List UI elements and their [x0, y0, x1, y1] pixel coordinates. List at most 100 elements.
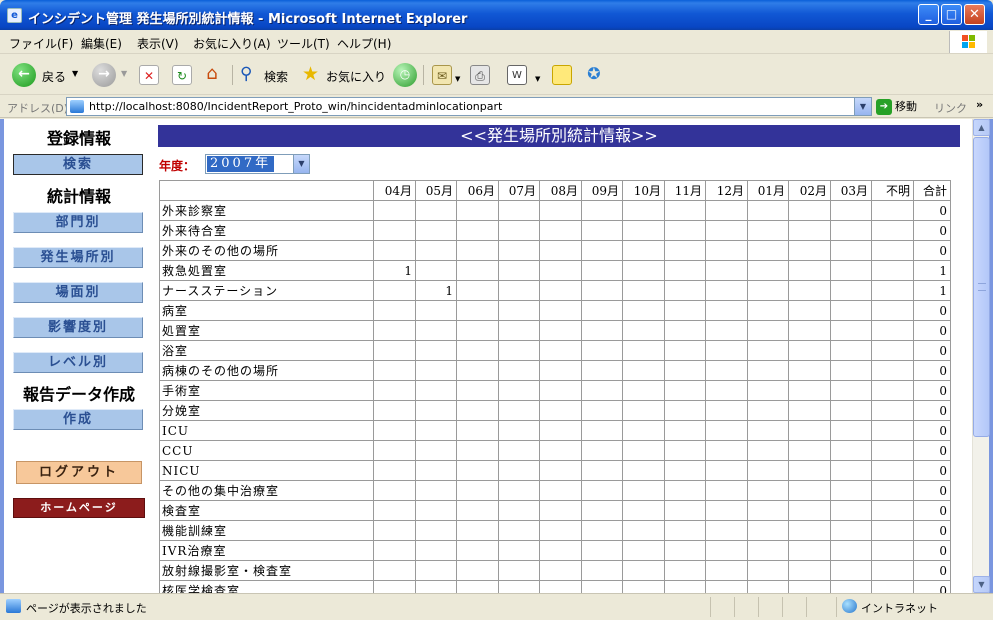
homepage-button[interactable]: ホームページ — [13, 498, 145, 518]
by-location-button[interactable]: 発生場所別 — [13, 247, 143, 268]
count-cell — [747, 520, 789, 541]
count-cell — [788, 500, 831, 521]
back-dropdown-icon[interactable]: ▼ — [72, 69, 78, 78]
links-chevron-icon[interactable]: » — [976, 98, 983, 111]
count-cell — [747, 460, 789, 481]
count-cell — [830, 540, 872, 561]
menu-view[interactable]: 表示(V) — [137, 35, 179, 52]
messenger-icon[interactable]: ✪ — [584, 64, 604, 84]
vertical-scrollbar[interactable]: ▲ ▼ — [972, 119, 990, 593]
count-cell — [830, 420, 872, 441]
location-name-cell: 処置室 — [159, 320, 374, 341]
count-cell — [747, 420, 789, 441]
close-button[interactable]: ✕ — [964, 4, 985, 25]
maximize-button[interactable]: □ — [941, 4, 962, 25]
scrollbar-thumb[interactable] — [973, 137, 990, 437]
year-select[interactable]: 2007年 ▼ — [205, 154, 310, 174]
count-cell — [539, 340, 582, 361]
total-cell: 0 — [913, 560, 951, 581]
windows-logo-icon — [949, 31, 987, 53]
count-cell — [456, 400, 499, 421]
logout-button[interactable]: ログアウト — [16, 461, 142, 484]
menu-favorites[interactable]: お気に入り(A) — [193, 35, 271, 52]
table-row: 分娩室 0 — [159, 400, 951, 421]
count-cell — [871, 560, 914, 581]
go-button[interactable]: ➔ 移動 — [876, 98, 917, 115]
menu-edit[interactable]: 編集(E) — [81, 35, 122, 52]
count-cell — [705, 560, 748, 581]
count-cell — [705, 460, 748, 481]
address-url[interactable]: http://localhost:8080/IncidentReport_Pro… — [89, 100, 502, 113]
forward-dropdown-icon[interactable]: ▼ — [121, 69, 127, 78]
address-input[interactable]: http://localhost:8080/IncidentReport_Pro… — [66, 97, 872, 116]
count-cell — [498, 440, 540, 461]
column-header: 04月 — [373, 180, 416, 201]
by-department-button[interactable]: 部門別 — [13, 212, 143, 233]
count-cell — [373, 420, 416, 441]
scroll-up-icon[interactable]: ▲ — [973, 119, 990, 136]
count-cell — [456, 300, 499, 321]
menu-tools[interactable]: ツール(T) — [277, 35, 330, 52]
create-button[interactable]: 作成 — [13, 409, 143, 430]
table-row: 外来診察室 0 — [159, 200, 951, 221]
count-cell — [747, 300, 789, 321]
count-cell — [830, 520, 872, 541]
discuss-icon[interactable] — [552, 65, 572, 85]
ie-app-icon[interactable]: e — [7, 8, 22, 23]
back-button[interactable]: ← 戻る ▼ — [12, 63, 82, 87]
scroll-down-icon[interactable]: ▼ — [973, 576, 990, 593]
count-cell — [871, 420, 914, 441]
table-row: 浴室 0 — [159, 340, 951, 361]
status-cell — [734, 597, 758, 617]
refresh-icon[interactable]: ↻ — [172, 65, 192, 85]
address-dropdown-icon[interactable]: ▼ — [854, 98, 871, 115]
table-row: 手術室 0 — [159, 380, 951, 401]
count-cell — [415, 240, 457, 261]
links-button[interactable]: リンク — [934, 100, 967, 116]
back-arrow-icon: ← — [12, 63, 36, 87]
search-button[interactable]: ⚲ 検索 — [240, 63, 296, 87]
year-dropdown-icon[interactable]: ▼ — [293, 155, 309, 173]
count-cell — [705, 200, 748, 221]
mail-icon[interactable]: ✉ — [432, 65, 452, 85]
stop-icon[interactable]: ✕ — [139, 65, 159, 85]
table-row: IVR治療室 0 — [159, 540, 951, 561]
count-cell — [415, 520, 457, 541]
menu-file[interactable]: ファイル(F) — [9, 35, 73, 52]
count-cell — [373, 480, 416, 501]
total-cell: 0 — [913, 460, 951, 481]
count-cell — [830, 360, 872, 381]
count-cell — [788, 560, 831, 581]
count-cell — [664, 260, 706, 281]
search-nav-button[interactable]: 検索 — [13, 154, 143, 175]
edit-dropdown-icon[interactable]: ▼ — [535, 75, 540, 83]
favorites-button[interactable]: ★ お気に入り — [302, 63, 386, 87]
by-level-button[interactable]: レベル別 — [13, 352, 143, 373]
home-icon[interactable]: ⌂ — [202, 64, 222, 84]
minimize-button[interactable]: _ — [918, 4, 939, 25]
column-header: 03月 — [830, 180, 872, 201]
history-icon[interactable]: ◷ — [393, 63, 417, 87]
edit-icon[interactable]: W — [507, 65, 527, 85]
by-scene-button[interactable]: 場面別 — [13, 282, 143, 303]
count-cell — [622, 440, 665, 461]
count-cell — [498, 420, 540, 441]
count-cell — [622, 220, 665, 241]
count-cell — [788, 200, 831, 221]
sidebar: 登録情報 検索 統計情報 部門別 発生場所別 場面別 影響度別 レベル別 報告デ… — [8, 119, 150, 593]
location-name-cell: NICU — [159, 460, 374, 481]
count-cell — [871, 320, 914, 341]
table-row: ICU 0 — [159, 420, 951, 441]
print-icon[interactable]: ⎙ — [470, 65, 490, 85]
by-impact-button[interactable]: 影響度別 — [13, 317, 143, 338]
count-cell — [539, 400, 582, 421]
menu-help[interactable]: ヘルプ(H) — [337, 35, 391, 52]
count-cell — [498, 480, 540, 501]
count-cell — [498, 200, 540, 221]
count-cell — [871, 260, 914, 281]
count-cell — [830, 220, 872, 241]
mail-dropdown-icon[interactable]: ▼ — [455, 75, 460, 83]
forward-button[interactable]: → — [92, 63, 116, 87]
go-arrow-icon: ➔ — [876, 99, 892, 115]
table-header-row: 04月 05月 06月 07月 08月 09月 10月 11月 12月 01月 02月 03月 不明 合計 — [159, 180, 951, 201]
